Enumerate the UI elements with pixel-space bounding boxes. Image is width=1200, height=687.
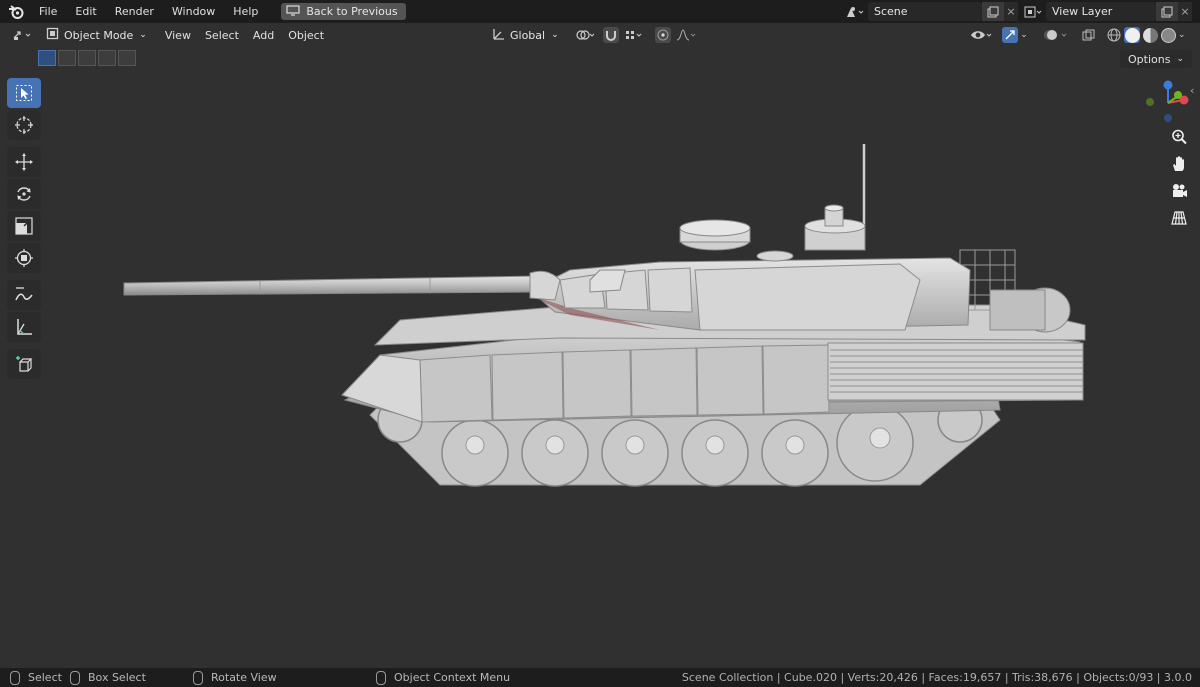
add-cube-icon[interactable] (7, 349, 41, 379)
perspective-grid-icon[interactable] (1166, 205, 1192, 231)
select-extend-icon[interactable] (58, 50, 76, 66)
screen-icon (286, 4, 300, 19)
solid-shading-icon[interactable] (1124, 27, 1140, 43)
object-mode-label: Object Mode (64, 28, 134, 42)
status-rotate-view-label: Rotate View (211, 671, 277, 684)
transform-icon[interactable] (7, 243, 41, 273)
snap-toggle-icon[interactable] (602, 27, 619, 43)
falloff-icon[interactable] (675, 27, 697, 43)
view-layer-name-text: View Layer (1052, 5, 1113, 18)
select-invert-icon[interactable] (98, 50, 116, 66)
select-new-icon[interactable] (38, 50, 56, 66)
status-select-label: Select (28, 671, 62, 684)
blender-logo-icon[interactable] (8, 4, 24, 20)
transform-orientation-dropdown[interactable]: Global ⌄ (488, 26, 563, 44)
annotate-icon[interactable] (7, 280, 41, 310)
select-box-icon[interactable] (7, 78, 41, 108)
tool-settings-row (0, 47, 1200, 69)
pivot-point-icon[interactable] (573, 27, 599, 43)
select-intersect-icon[interactable] (118, 50, 136, 66)
measure-icon[interactable] (7, 312, 41, 342)
object-mode-dropdown[interactable]: Object Mode ⌄ (42, 26, 151, 44)
menu-add[interactable]: Add (253, 29, 274, 42)
status-box-select-label: Box Select (88, 671, 146, 684)
mouse-drag-icon (70, 670, 80, 685)
chevron-down-icon: ⌄ (1176, 54, 1184, 64)
scene-name-field[interactable]: Scene (868, 2, 982, 21)
chevron-down-icon[interactable]: ⌄ (1178, 30, 1186, 40)
scene-selector: Scene × (842, 2, 1018, 21)
move-icon[interactable] (7, 147, 41, 177)
status-rotate-view: Rotate View (193, 668, 277, 687)
menu-view[interactable]: View (165, 29, 191, 42)
object-mode-icon (46, 27, 59, 43)
pan-hand-icon[interactable] (1166, 151, 1192, 177)
snap-target-icon[interactable] (623, 27, 645, 43)
tank-3d-model[interactable] (100, 130, 1100, 510)
top-menu-bar: File Edit Render Window Help Back to Pre… (0, 0, 1200, 23)
back-to-previous-button[interactable]: Back to Previous (281, 3, 406, 20)
select-subtract-icon[interactable] (78, 50, 96, 66)
options-dropdown[interactable]: Options ⌄ (1120, 50, 1192, 68)
collapse-arrow-icon[interactable]: ‹ (1190, 84, 1194, 97)
scale-icon[interactable] (7, 211, 41, 241)
options-label: Options (1128, 52, 1171, 66)
new-view-layer-button[interactable] (1156, 2, 1178, 21)
status-select: Select (10, 668, 62, 687)
zoom-icon[interactable] (1166, 124, 1192, 150)
new-scene-button[interactable] (982, 2, 1004, 21)
material-shading-icon[interactable] (1142, 27, 1158, 43)
mouse-middle-icon (193, 670, 203, 685)
menu-edit[interactable]: Edit (66, 0, 105, 23)
wireframe-shading-icon[interactable] (1106, 27, 1122, 43)
mouse-left-icon (10, 670, 20, 685)
navigation-gizmo[interactable] (1144, 78, 1194, 128)
orientation-icon (492, 27, 505, 43)
status-bar: Select Box Select Rotate View Object Con… (0, 668, 1200, 687)
chevron-down-icon: ⌄ (551, 30, 559, 40)
delete-scene-button[interactable]: × (1004, 2, 1018, 21)
scene-icon[interactable] (842, 4, 868, 20)
status-context-menu-label: Object Context Menu (394, 671, 511, 684)
camera-icon[interactable] (1166, 178, 1192, 204)
proportional-edit-icon[interactable] (654, 27, 671, 43)
view-layer-selector: View Layer × (1020, 2, 1192, 21)
menu-object[interactable]: Object (288, 29, 324, 42)
menu-window[interactable]: Window (163, 0, 224, 23)
left-toolbar (7, 78, 43, 381)
cursor-icon[interactable] (7, 110, 41, 140)
menu-help[interactable]: Help (224, 0, 267, 23)
scene-statistics: Scene Collection | Cube.020 | Verts:20,4… (681, 671, 1192, 684)
gizmo-toggle-icon[interactable]: ⌄ (1000, 27, 1030, 43)
status-context-menu: Object Context Menu (376, 668, 510, 687)
scene-name-text: Scene (874, 5, 908, 18)
chevron-down-icon: ⌄ (139, 30, 147, 40)
close-icon: × (1006, 5, 1016, 18)
view-layer-name-field[interactable]: View Layer (1046, 2, 1156, 21)
close-icon: × (1180, 5, 1190, 18)
menu-select[interactable]: Select (205, 29, 239, 42)
menu-render[interactable]: Render (106, 0, 163, 23)
rendered-shading-icon[interactable] (1160, 27, 1176, 43)
view-layer-icon[interactable] (1020, 4, 1046, 20)
menu-file[interactable]: File (30, 0, 66, 23)
viewport-display-group: ⌄ ⌄ (968, 23, 1186, 47)
overlays-icon[interactable] (1040, 27, 1072, 43)
back-to-previous-label: Back to Previous (306, 5, 398, 18)
mouse-right-icon (376, 670, 386, 685)
transform-orientation-label: Global (510, 28, 546, 42)
editor-type-icon[interactable] (10, 27, 36, 43)
selection-mode-group (38, 50, 136, 66)
transform-tools-group: Global ⌄ (488, 23, 697, 47)
visibility-eye-icon[interactable] (968, 27, 996, 43)
delete-view-layer-button[interactable]: × (1178, 2, 1192, 21)
rotate-icon[interactable] (7, 179, 41, 209)
xray-toggle-icon[interactable] (1080, 27, 1096, 43)
status-box-select: Box Select (70, 668, 146, 687)
